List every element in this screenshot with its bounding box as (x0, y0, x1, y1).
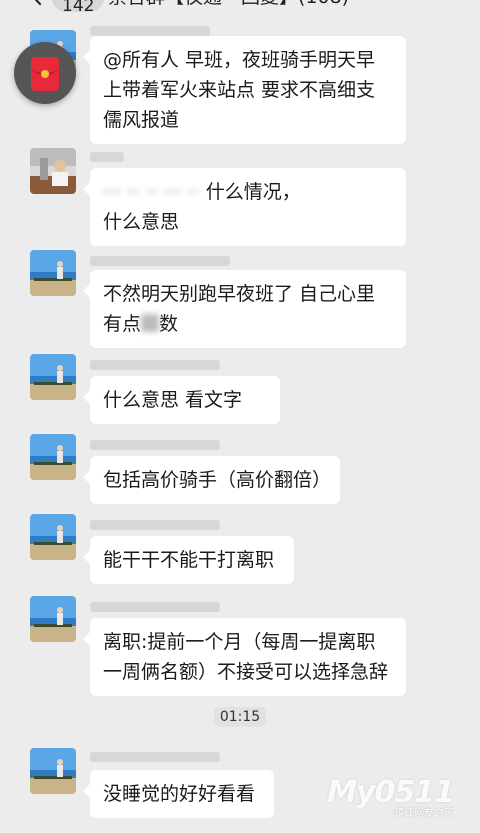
unread-count-badge: 142 (52, 0, 105, 16)
message-line: 一周俩名额）不接受可以选择急辞 (103, 661, 389, 683)
sender-name (90, 26, 210, 36)
message-line: 儒风报道 (103, 109, 180, 131)
chat-header: 142 禁言群【仅通**回复】(108) (0, 0, 480, 24)
site-watermark: My0511 镇江网友之家 (327, 775, 455, 819)
avatar[interactable] (30, 514, 76, 560)
message-bubble[interactable]: 没睡觉的好好看看 (83, 770, 274, 818)
avatar[interactable] (30, 748, 76, 794)
message-line: 能干干不能干打离职 (103, 549, 275, 571)
message-line: 有点 (103, 313, 142, 335)
sender-name (90, 360, 220, 370)
message-line: 没睡觉的好好看看 (103, 783, 256, 805)
message-bubble[interactable]: 离职:提前一个月（每周一提离职 一周俩名额）不接受可以选择急辞 (83, 618, 406, 696)
message-line: 什么情况， (205, 181, 301, 203)
message-line: 不然明天别跑早夜班了 自己心里 (103, 283, 376, 305)
avatar[interactable] (30, 596, 76, 642)
timestamp-divider: 01:15 (0, 706, 480, 727)
back-arrow-icon[interactable] (28, 0, 52, 6)
message-line: 什么意思 (103, 211, 180, 233)
blurred-text (141, 314, 160, 332)
message-bubble[interactable]: 不然明天别跑早夜班了 自己心里 有点数 (83, 270, 406, 348)
timestamp: 01:15 (213, 707, 267, 727)
more-icon[interactable] (428, 0, 456, 4)
message-line: 数 (159, 313, 179, 335)
message-bubble[interactable]: @所有人 早班，夜班骑手明天早 上带着军火来站点 要求不高细支 儒风报道 (83, 36, 406, 144)
sender-name (90, 152, 124, 162)
message-bubble[interactable]: 能干干不能干打离职 (83, 536, 294, 584)
message-line: 上带着军火来站点 要求不高细支 (103, 79, 376, 101)
message-line: 什么意思 看文字 (103, 389, 243, 411)
message-line: 包括高价骑手（高价翻倍） (103, 469, 332, 491)
avatar[interactable] (30, 250, 76, 296)
red-packet-icon (31, 57, 59, 91)
avatar[interactable] (30, 148, 76, 194)
sender-name (90, 602, 220, 612)
message-bubble[interactable]: 包括高价骑手（高价翻倍） (83, 456, 340, 504)
sender-name (90, 256, 230, 266)
chat-title: 禁言群【仅通**回复】(108) (108, 0, 349, 12)
message-line: @所有人 早班，夜班骑手明天早 (103, 49, 376, 71)
message-line: 离职:提前一个月（每周一提离职 (103, 631, 376, 653)
red-packet-float-button[interactable] (14, 42, 76, 104)
message-bubble[interactable]: ··· ·· ·· ··· ·· 什么情况， 什么意思 (83, 168, 406, 246)
message-bubble[interactable]: 什么意思 看文字 (83, 376, 280, 424)
blurred-text: ··· ·· ·· ··· ·· (103, 181, 200, 203)
avatar[interactable] (30, 354, 76, 400)
sender-name (90, 520, 220, 530)
sender-name (90, 752, 220, 762)
avatar[interactable] (30, 434, 76, 480)
sender-name (90, 440, 220, 450)
